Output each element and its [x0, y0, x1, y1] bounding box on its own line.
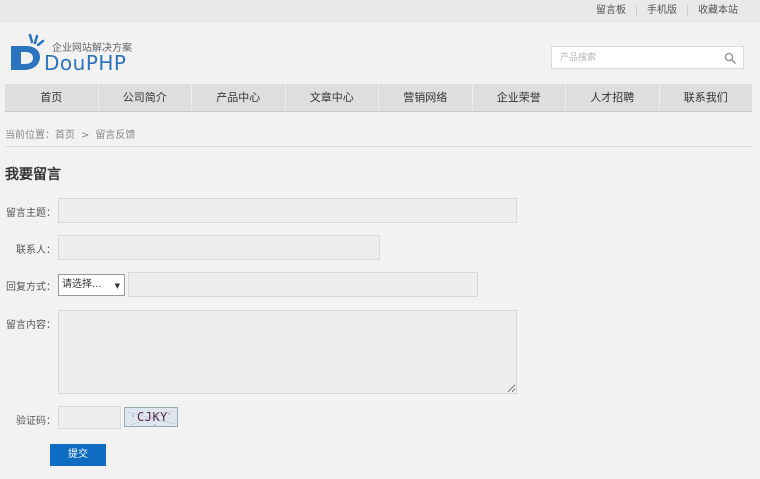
content-label: 留言内容：: [6, 320, 56, 331]
subject-field[interactable]: [58, 198, 517, 223]
breadcrumb-arrow: >: [81, 130, 90, 141]
logo-name: DouPHP: [44, 51, 127, 75]
captcha-field[interactable]: [58, 406, 121, 429]
bookmark-link[interactable]: 收藏本站: [688, 4, 748, 17]
search-icon[interactable]: [724, 52, 736, 64]
captcha-label: 验证码：: [16, 416, 56, 427]
breadcrumb-home-link[interactable]: 首页: [55, 130, 75, 141]
breadcrumb-current: 留言反馈: [95, 130, 136, 141]
reply-method-select[interactable]: 请选择... ▼: [58, 274, 125, 296]
captcha-image[interactable]: CJKY: [124, 407, 178, 427]
nav-item-jobs[interactable]: 人才招聘: [566, 84, 660, 111]
reply-contact-field[interactable]: [128, 272, 478, 297]
nav-item-products[interactable]: 产品中心: [192, 84, 286, 111]
search-box: [551, 46, 744, 69]
nav-item-contact[interactable]: 联系我们: [660, 84, 753, 111]
breadcrumb-prefix: 当前位置：: [5, 130, 55, 141]
breadcrumb-divider: [5, 146, 752, 147]
nav-item-about[interactable]: 公司简介: [99, 84, 192, 111]
content-field[interactable]: [58, 310, 517, 394]
nav-item-home[interactable]: 首页: [5, 84, 99, 111]
site-logo[interactable]: 企业网站解决方案 DouPHP: [10, 32, 140, 75]
submit-button[interactable]: 提交: [50, 444, 106, 466]
contact-field[interactable]: [58, 235, 380, 260]
dropdown-arrow-icon: ▼: [114, 282, 120, 290]
main-nav: 首页 公司简介 产品中心 文章中心 营销网络 企业荣誉 人才招聘 联系我们: [5, 84, 752, 112]
reply-method-label: 回复方式：: [6, 282, 56, 293]
reply-method-selected: 请选择...: [62, 279, 102, 290]
breadcrumb: 当前位置：首页 > 留言反馈: [5, 126, 135, 141]
top-bar: 留言板 手机版 收藏本站: [0, 0, 760, 22]
douphp-logo-icon: [11, 33, 45, 70]
page-title: 我要留言: [5, 167, 61, 183]
contact-label: 联系人：: [16, 245, 56, 256]
top-links: 留言板 手机版 收藏本站: [586, 4, 748, 17]
nav-item-honors[interactable]: 企业荣誉: [473, 84, 566, 111]
search-input[interactable]: [552, 47, 722, 68]
subject-label: 留言主题：: [6, 208, 56, 219]
captcha-text: CJKY: [137, 410, 168, 424]
guestbook-link[interactable]: 留言板: [586, 4, 636, 17]
nav-item-network[interactable]: 营销网络: [379, 84, 473, 111]
nav-item-articles[interactable]: 文章中心: [286, 84, 379, 111]
mobile-link[interactable]: 手机版: [637, 4, 687, 17]
